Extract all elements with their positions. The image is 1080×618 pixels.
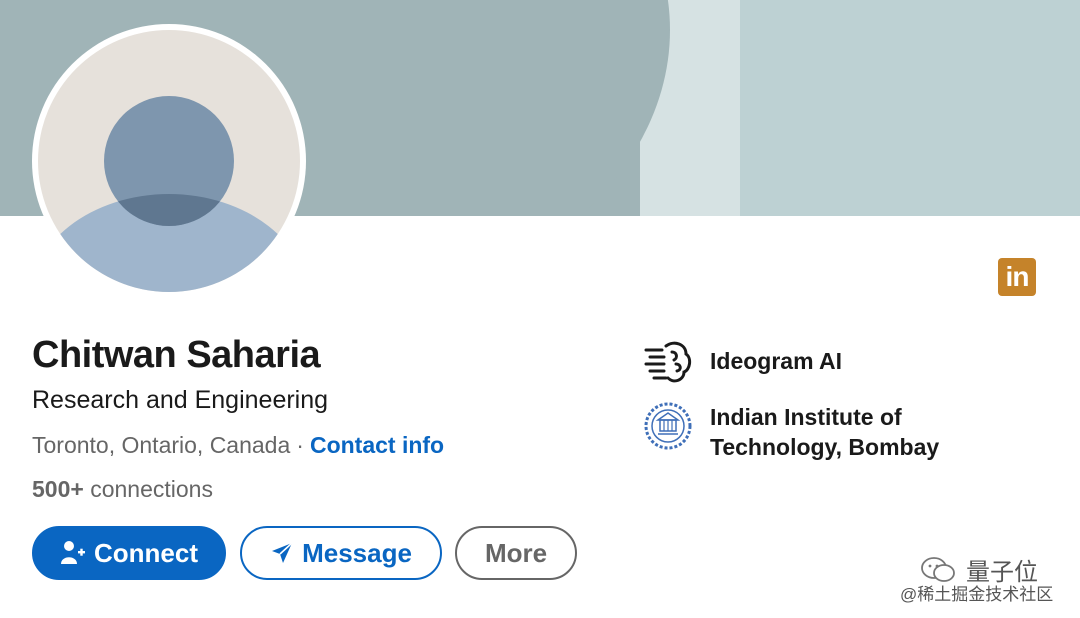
connections-label: connections <box>90 476 213 502</box>
profile-headline: Research and Engineering <box>32 386 329 414</box>
connect-button[interactable]: Connect <box>32 526 226 580</box>
org-name: Indian Institute of Technology, Bombay <box>710 404 940 460</box>
avatar[interactable] <box>32 24 306 298</box>
watermark-line2: @稀土掘金技术社区 <box>900 585 1054 604</box>
banner-right-panel <box>740 0 1080 216</box>
message-button-label: Message <box>302 537 412 568</box>
connections-count: 500+ <box>32 476 84 502</box>
org-name: Ideogram AI <box>710 348 843 374</box>
more-button-label: More <box>484 537 548 568</box>
org-current-company[interactable]: Ideogram AI <box>644 338 842 386</box>
connections-line[interactable]: 500+ connections <box>32 476 213 503</box>
profile-location: Toronto, Ontario, Canada <box>32 432 291 458</box>
avatar-overlap-shape <box>104 194 234 226</box>
send-icon <box>272 542 293 563</box>
iit-bombay-seal-icon <box>644 402 692 450</box>
location-line: Toronto, Ontario, Canada · Contact info <box>32 432 444 459</box>
default-avatar-icon <box>38 30 300 292</box>
contact-info-link[interactable]: Contact info <box>310 432 444 458</box>
brain-lines-icon <box>644 341 692 383</box>
separator-dot: · <box>296 432 304 458</box>
message-button[interactable]: Message <box>240 526 442 580</box>
profile-card: in Chitwan Saharia Research and Engineer… <box>0 0 1080 618</box>
org-education[interactable]: Indian Institute of Technology, Bombay <box>644 402 970 462</box>
linkedin-icon: in <box>998 258 1036 296</box>
add-person-icon <box>61 541 85 564</box>
more-button[interactable]: More <box>455 526 577 580</box>
profile-name: Chitwan Saharia <box>32 334 321 376</box>
connect-button-label: Connect <box>94 537 198 568</box>
